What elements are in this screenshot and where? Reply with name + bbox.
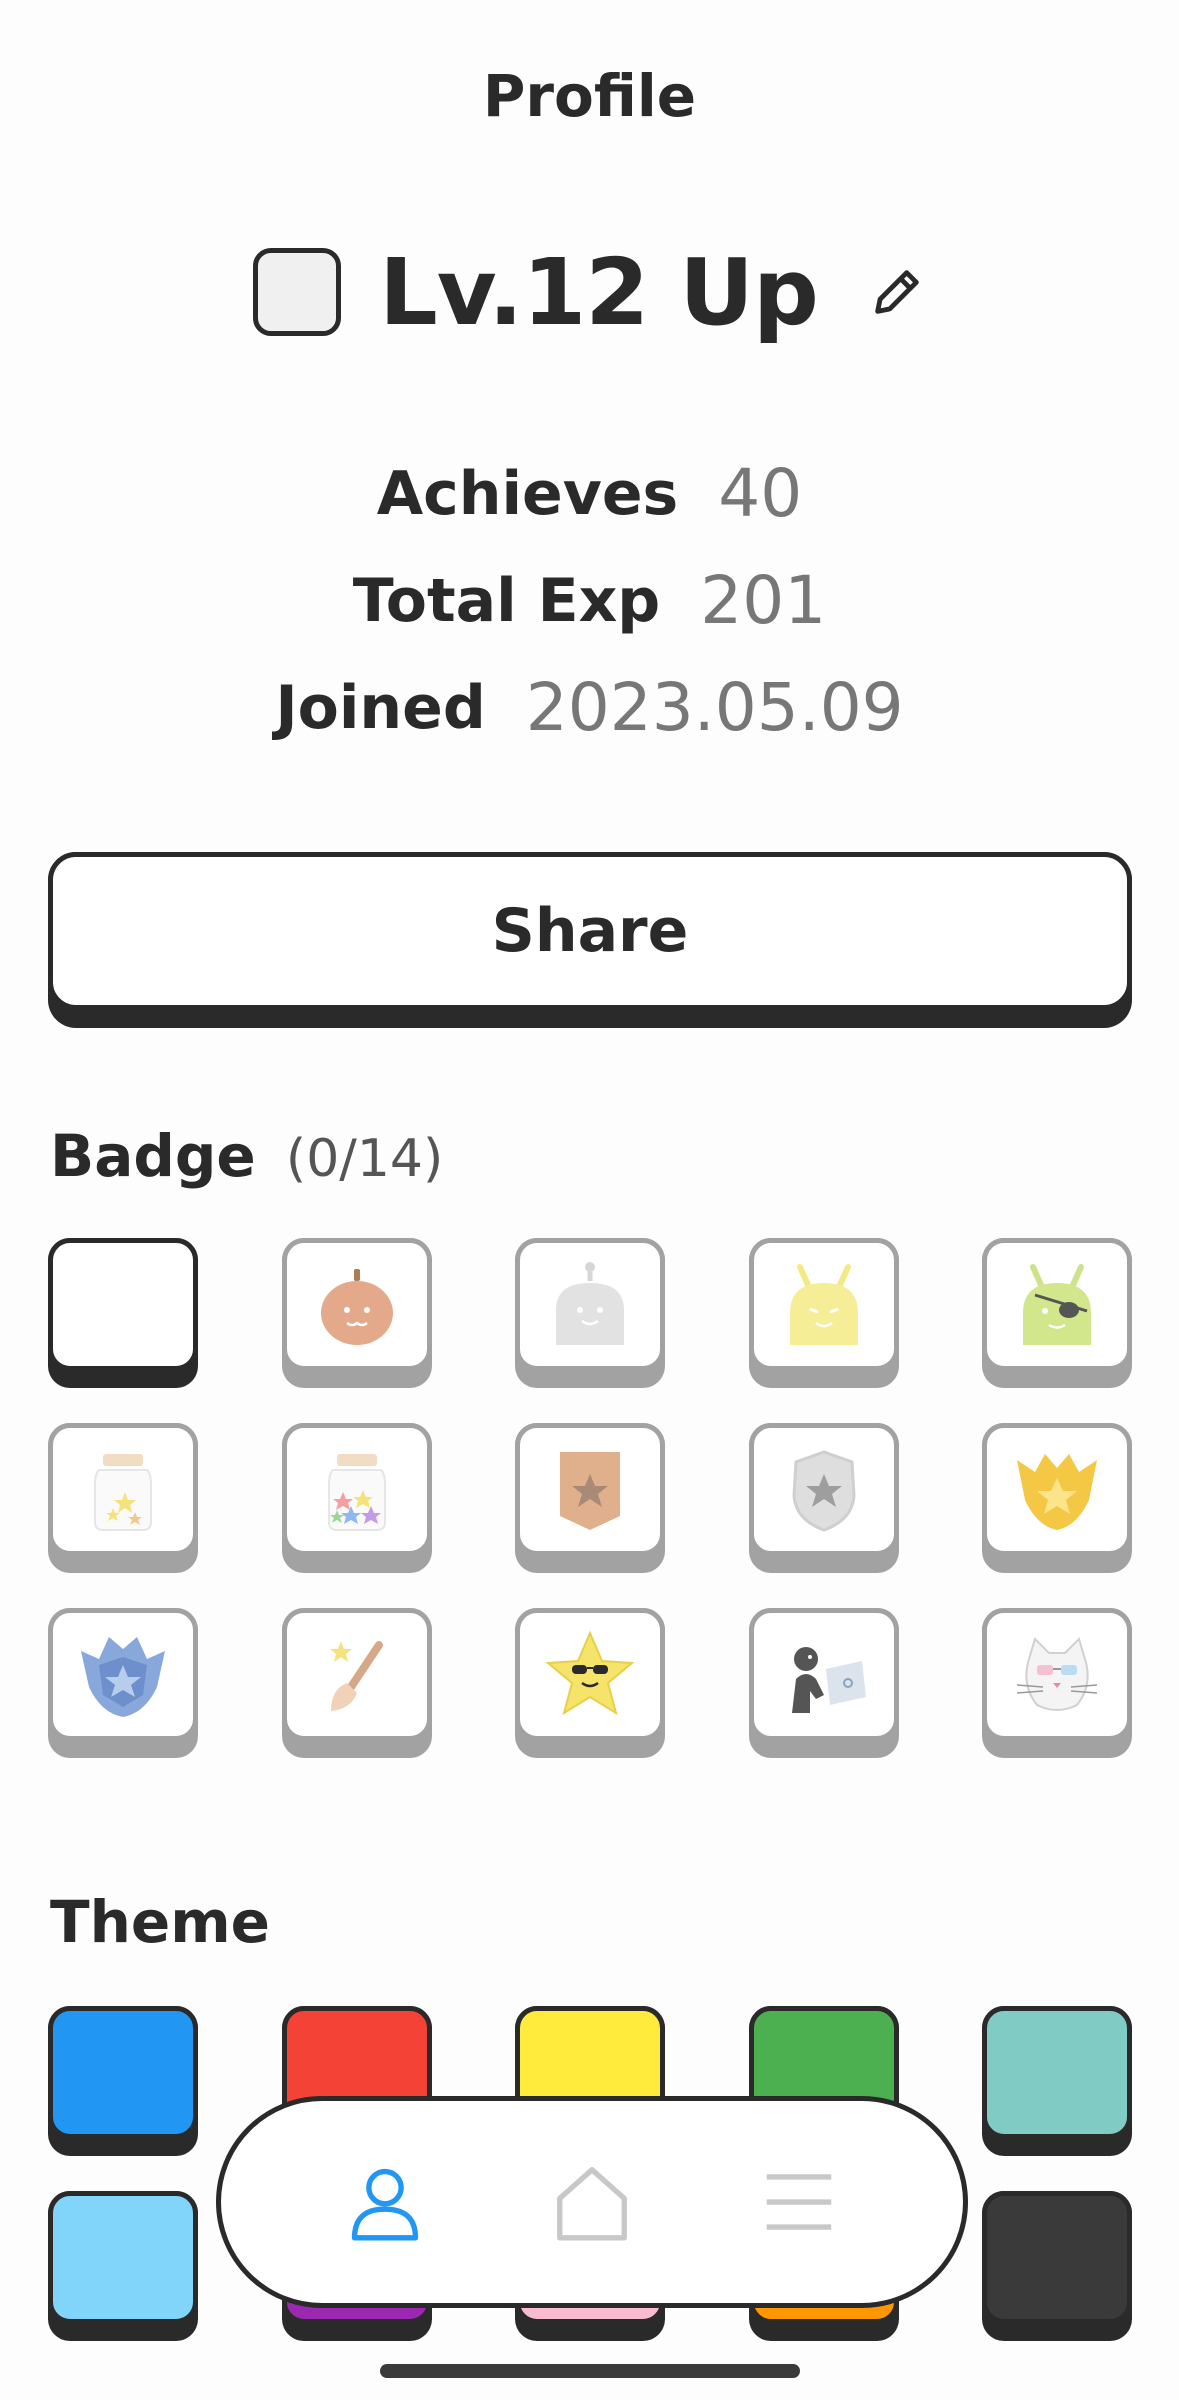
badge-slot[interactable] [982, 1238, 1132, 1388]
nav-menu-button[interactable] [729, 2132, 869, 2272]
badge-slot[interactable] [48, 1238, 198, 1388]
cool-star-icon [545, 1629, 635, 1715]
share-button-label: Share [48, 852, 1132, 1010]
gold-crest-icon [1017, 1453, 1097, 1530]
home-indicator [380, 2364, 800, 2378]
share-button[interactable]: Share [48, 852, 1132, 1028]
theme-swatch-dark[interactable] [982, 2191, 1132, 2341]
profile-name-row: Lv.12 Up [0, 232, 1179, 352]
theme-swatch-blue[interactable] [48, 2006, 198, 2156]
badge-slot[interactable] [748, 1423, 899, 1573]
theme-section-title: Theme [50, 1888, 270, 1956]
nav-profile-button[interactable] [315, 2132, 455, 2272]
profile-name: Lv.12 Up [379, 238, 819, 346]
menu-icon [767, 2174, 832, 2230]
bottom-nav-bar [216, 2096, 968, 2308]
badge-slot[interactable] [982, 1423, 1132, 1573]
silver-shield-icon [791, 1449, 856, 1532]
badge-slot[interactable] [281, 1238, 432, 1388]
bronze-pennant-icon [560, 1451, 620, 1530]
star-jar-small-icon [94, 1453, 152, 1531]
stat-value: 201 [700, 562, 827, 639]
badge-grid [48, 1238, 1132, 1758]
pumpkin-icon [320, 1268, 393, 1345]
badge-slot[interactable] [48, 1608, 198, 1758]
profile-checkbox[interactable] [253, 248, 342, 336]
badge-count: (0/14) [285, 1129, 444, 1189]
pirate-android-icon [1023, 1263, 1091, 1345]
paintbrush-icon [329, 1640, 383, 1711]
star-jar-full-icon [327, 1453, 386, 1531]
badge-slot[interactable] [281, 1423, 432, 1573]
stat-row-total-exp: Total Exp 201 [0, 547, 1179, 654]
hacker-icon [791, 1646, 866, 1713]
stat-row-joined: Joined 2023.05.09 [0, 654, 1179, 761]
cool-cat-icon [1016, 1636, 1098, 1711]
badge-slot[interactable] [748, 1608, 899, 1758]
badge-slot[interactable] [515, 1238, 665, 1388]
stat-value: 2023.05.09 [525, 669, 904, 746]
stat-value: 40 [718, 455, 803, 532]
theme-swatch-teal[interactable] [982, 2006, 1132, 2156]
badge-section-title: Badge (0/14) [50, 1122, 443, 1190]
stat-label: Joined [275, 672, 486, 743]
badge-slot[interactable] [48, 1423, 198, 1573]
stat-label: Achieves [376, 458, 679, 529]
badge-slot[interactable] [515, 1423, 665, 1573]
yellow-android-icon [789, 1263, 858, 1345]
badge-slot[interactable] [748, 1238, 899, 1388]
badge-slot[interactable] [281, 1608, 432, 1758]
stat-label: Total Exp [352, 565, 661, 636]
stat-row-achieves: Achieves 40 [0, 440, 1179, 547]
robot-icon [556, 1261, 624, 1345]
pencil-icon[interactable] [868, 263, 926, 321]
person-icon [351, 2168, 418, 2241]
page-title: Profile [482, 62, 697, 130]
home-icon [557, 2167, 627, 2241]
badge-slot[interactable] [515, 1608, 665, 1758]
theme-swatch-light-blue[interactable] [48, 2191, 198, 2341]
badge-title: Badge [50, 1122, 256, 1190]
profile-stats: Achieves 40 Total Exp 201 Joined 2023.05… [0, 440, 1179, 761]
profile-screen: Profile Lv.12 Up Achieves 40 Total Exp 2… [0, 0, 1179, 2400]
nav-home-button[interactable] [522, 2132, 662, 2272]
blue-crest-icon [81, 1636, 165, 1717]
badge-slot[interactable] [982, 1608, 1132, 1758]
